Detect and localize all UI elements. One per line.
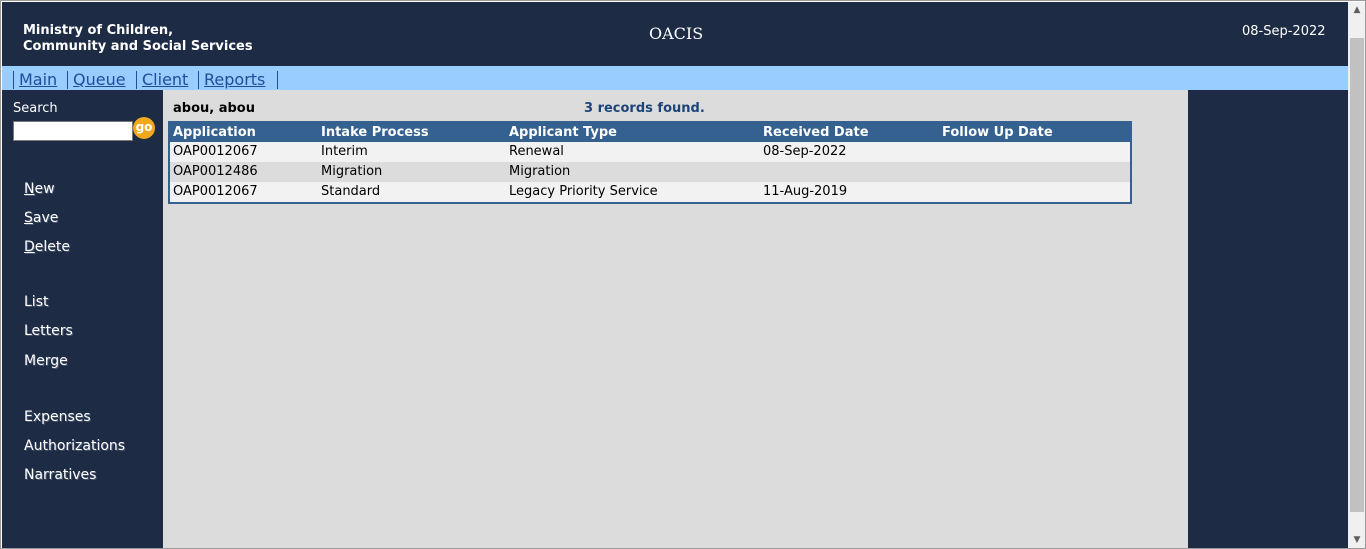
cell-application: OAP0012067: [173, 144, 258, 159]
triangle-up-icon[interactable]: ▲: [1348, 2, 1365, 19]
applications-table: Application Intake Process Applicant Typ…: [168, 121, 1132, 204]
cell-application: OAP0012486: [173, 164, 258, 179]
cell-applicant-type: Renewal: [509, 144, 564, 159]
save-mnemonic: S: [24, 210, 33, 226]
main-content: abou, abou 3 records found. Application …: [163, 90, 1188, 548]
page-header: Ministry of Children, Community and Soci…: [2, 2, 1348, 66]
ministry-name: Ministry of Children, Community and Soci…: [23, 23, 253, 55]
nav-client[interactable]: Client: [136, 71, 188, 89]
client-name: abou, abou: [173, 101, 255, 116]
delete-button[interactable]: Delete: [24, 239, 70, 255]
nav-main[interactable]: Main: [13, 71, 57, 89]
table-row[interactable]: OAP0012067 Standard Legacy Priority Serv…: [170, 182, 1130, 202]
sidebar-link-letters[interactable]: Letters: [24, 323, 73, 339]
ministry-name-line2: Community and Social Services: [23, 39, 253, 54]
new-label-rest: ew: [34, 181, 55, 197]
column-header-applicant-type[interactable]: Applicant Type: [509, 125, 617, 140]
cell-intake-process: Standard: [321, 184, 381, 199]
delete-mnemonic: D: [24, 239, 35, 255]
column-header-application[interactable]: Application: [173, 125, 256, 140]
browser-frame: Ministry of Children, Community and Soci…: [0, 0, 1366, 549]
column-header-follow-up-date[interactable]: Follow Up Date: [942, 125, 1053, 140]
nav-reports[interactable]: Reports: [198, 71, 265, 89]
sidebar-link-list[interactable]: List: [24, 294, 48, 310]
right-panel: [1188, 90, 1348, 548]
column-header-received-date[interactable]: Received Date: [763, 125, 869, 140]
cell-intake-process: Migration: [321, 164, 383, 179]
cell-applicant-type: Migration: [509, 164, 571, 179]
search-label: Search: [13, 101, 58, 116]
main-nav-bar: Main Queue Client Reports: [2, 66, 1348, 90]
ministry-name-line1: Ministry of Children,: [23, 23, 174, 38]
nav-queue[interactable]: Queue: [67, 71, 126, 89]
table-row[interactable]: OAP0012486 Migration Migration: [170, 162, 1130, 182]
save-label-rest: ave: [32, 210, 59, 226]
delete-label-rest: elete: [34, 239, 70, 255]
search-input[interactable]: [13, 121, 133, 141]
sidebar-link-narratives[interactable]: Narratives: [24, 467, 96, 483]
new-button[interactable]: New: [24, 181, 55, 197]
scrollbar-thumb[interactable]: [1350, 38, 1364, 512]
cell-intake-process: Interim: [321, 144, 368, 159]
cell-received-date: 08-Sep-2022: [763, 144, 847, 159]
triangle-down-icon[interactable]: ▼: [1348, 532, 1365, 548]
table-row[interactable]: OAP0012067 Interim Renewal 08-Sep-2022: [170, 142, 1130, 162]
cell-received-date: 11-Aug-2019: [763, 184, 848, 199]
cell-applicant-type: Legacy Priority Service: [509, 184, 658, 199]
new-mnemonic: N: [24, 181, 35, 197]
app-title: OACIS: [649, 24, 704, 43]
header-date: 08-Sep-2022: [1242, 24, 1326, 39]
vertical-scrollbar[interactable]: ▲ ▼: [1348, 2, 1365, 548]
save-button[interactable]: Save: [24, 210, 58, 226]
sidebar-link-expenses[interactable]: Expenses: [24, 409, 91, 425]
sidebar-link-merge[interactable]: Merge: [24, 353, 68, 369]
left-sidebar: Search go New Save Delete List Letters M…: [2, 90, 163, 548]
sidebar-link-authorizations[interactable]: Authorizations: [24, 438, 125, 454]
search-go-button[interactable]: go: [133, 117, 155, 139]
column-header-intake-process[interactable]: Intake Process: [321, 125, 429, 140]
records-found-count: 3 records found.: [584, 101, 705, 116]
nav-divider: [277, 71, 278, 89]
cell-application: OAP0012067: [173, 184, 258, 199]
table-header: Application Intake Process Applicant Typ…: [170, 123, 1130, 142]
